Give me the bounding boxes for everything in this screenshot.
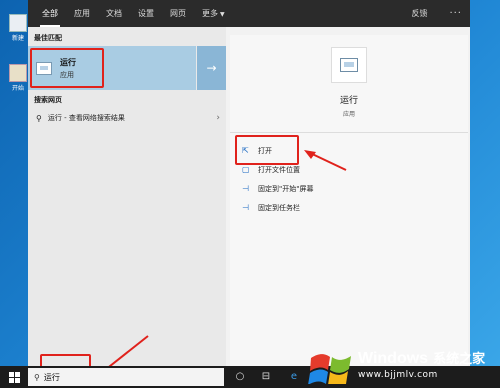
tab-more-label: 更多 — [202, 9, 218, 18]
file-icon — [9, 64, 27, 82]
tab-settings[interactable]: 设置 — [130, 0, 162, 27]
run-app-large-icon — [331, 47, 367, 83]
tab-all[interactable]: 全部 — [34, 0, 66, 27]
chevron-down-icon: ▼ — [220, 11, 225, 18]
best-match-heading: 最佳匹配 — [34, 34, 62, 42]
task-view-icon[interactable]: ⊟ — [258, 369, 274, 385]
annotation-arrow-open — [304, 150, 347, 171]
watermark-brand: Windows — [358, 350, 429, 367]
windows-logo-icon — [8, 371, 20, 383]
web-result-label: 运行 - 查看网络搜索结果 — [47, 114, 125, 122]
taskbar-search-input[interactable]: ⚲ 运行 — [28, 368, 224, 386]
web-search-heading: 搜索网页 — [34, 96, 62, 104]
annotation-box-open — [235, 135, 299, 165]
arrow-right-icon[interactable]: → — [196, 46, 226, 90]
search-icon: ⚲ — [36, 113, 42, 123]
desktop-icon[interactable]: 开始 — [6, 64, 30, 92]
search-query: 运行 — [43, 372, 60, 382]
action-file-location-label: 打开文件位置 — [258, 165, 300, 174]
pin-start-icon: ⊣ — [242, 184, 249, 193]
search-tabs: 全部 应用 文档 设置 网页 更多 ▼ 反馈 ··· — [28, 0, 470, 27]
pin-taskbar-icon: ⊣ — [242, 203, 249, 212]
detail-app-type: 应用 — [342, 111, 355, 118]
watermark-url: www.bjjmlv.com — [358, 370, 438, 380]
tab-more[interactable]: 更多 ▼ — [194, 0, 233, 27]
detail-app-name: 运行 — [339, 96, 358, 106]
feedback-button[interactable]: 反馈 — [397, 8, 441, 19]
cortana-icon[interactable]: ○ — [232, 369, 248, 385]
tab-apps[interactable]: 应用 — [66, 0, 98, 27]
detail-pane: 运行 应用 ⇱ 打开 ▢ 打开文件位置 ⊣ 固定到"开始"屏幕 ⊣ 固定到任务栏 — [230, 35, 468, 366]
tab-web[interactable]: 网页 — [162, 0, 194, 27]
windows-start-button[interactable] — [0, 366, 28, 388]
watermark: Windows 系统之家 www.bjjmlv.com — [308, 340, 500, 388]
chevron-right-icon: › — [216, 113, 220, 123]
file-location-icon: ▢ — [242, 165, 250, 174]
watermark-cn: 系统之家 — [433, 352, 486, 367]
desktop-icon[interactable]: 新建 — [6, 14, 30, 42]
action-pin-taskbar-label: 固定到任务栏 — [258, 203, 300, 212]
action-pin-to-taskbar[interactable]: ⊣ 固定到任务栏 — [230, 198, 468, 217]
tab-documents[interactable]: 文档 — [98, 0, 130, 27]
detail-header: 运行 应用 — [230, 35, 468, 133]
search-icon: ⚲ — [34, 372, 40, 382]
file-icon — [9, 14, 27, 32]
windows-watermark-logo — [308, 354, 351, 384]
web-result-item[interactable]: ⚲ 运行 - 查看网络搜索结果 › — [28, 108, 226, 128]
edge-icon[interactable]: e — [286, 369, 302, 385]
desktop-icon-label: 开始 — [11, 85, 24, 92]
more-options-icon[interactable]: ··· — [441, 8, 470, 19]
annotation-box-best-match — [30, 48, 104, 88]
desktop-icon-label: 新建 — [11, 35, 24, 42]
